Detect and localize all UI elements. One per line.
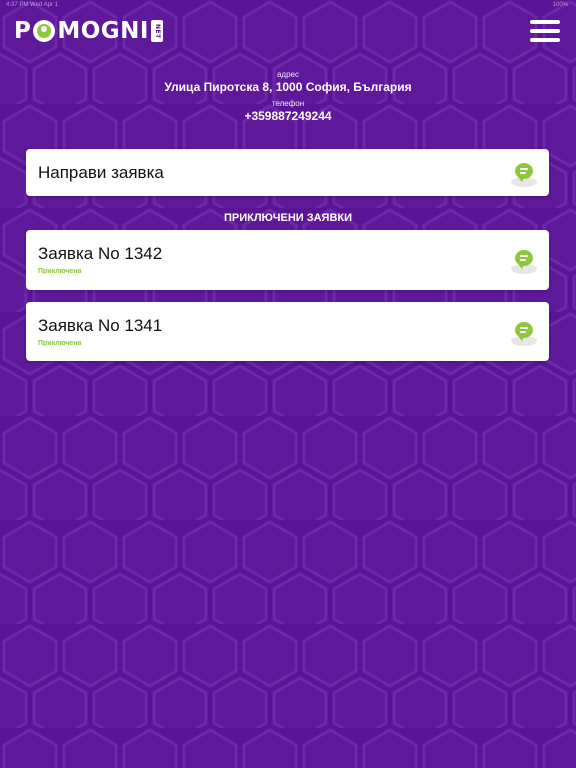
status-bar: 4:37 PM Wed Apr 1 100% [0,0,576,12]
request-status: Приключена [38,340,82,347]
new-request-button[interactable]: Направи заявка [26,149,549,196]
chat-icon-line [520,331,526,333]
address-value: Улица Пиротска 8, 1000 София, България [164,80,412,94]
logo-letter-p: P [14,18,32,44]
chat-bubble-icon [511,163,537,187]
address-label: адрес [276,70,299,79]
request-title: Заявка No 1342 [38,244,163,263]
logo-letters: MOGNI [57,18,149,44]
chat-icon-line [520,168,528,170]
request-status: Приключена [38,268,82,275]
status-battery: 100% [552,2,568,8]
chat-icon-line [520,255,528,257]
new-request-label: Направи заявка [38,163,164,182]
menu-bar-bottom [530,38,560,42]
chat-icon-bubble [515,163,533,182]
chat-icon-line [520,172,526,174]
request-card-1342[interactable]: Заявка No 1342 Приключена [26,230,549,290]
chat-icon-line [520,327,528,329]
chat-icon-bubble [515,250,533,269]
chat-icon-bubble [515,322,533,341]
hamburger-icon[interactable] [530,20,560,42]
status-time: 4:37 PM Wed Apr 1 [6,2,58,8]
phone-label: телефон [271,99,305,108]
logo-badge-text: NET [153,23,161,39]
chat-icon-line [520,259,526,261]
request-card-1341[interactable]: Заявка No 1341 Приключена [26,302,549,361]
logo-badge: NET [150,20,163,42]
logo-o-icon [33,20,56,42]
menu-bar-middle [530,29,560,33]
phone-value[interactable]: +359887249244 [0,109,576,123]
app-logo[interactable]: P MOGNI NET [14,16,163,46]
completed-requests-heading: ПРИКЛЮЧЕНИ ЗАЯВКИ [223,212,353,224]
request-title: Заявка No 1341 [38,316,163,335]
chat-bubble-icon[interactable] [511,322,537,346]
menu-bar-top [530,20,560,24]
logo-wordmark: P MOGNI NET [14,18,163,44]
chat-bubble-icon[interactable] [511,250,537,274]
